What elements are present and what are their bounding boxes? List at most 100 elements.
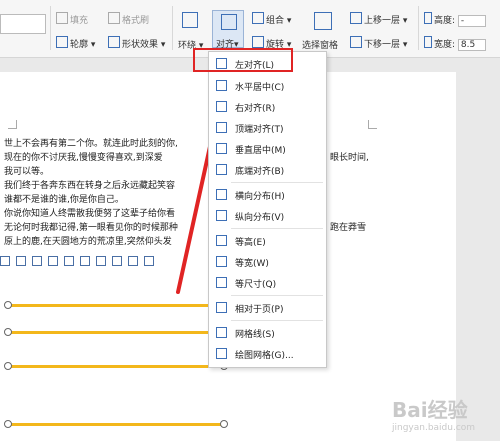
yellow-line-shape[interactable] <box>8 331 224 334</box>
rotate-icon <box>252 36 264 48</box>
align-button[interactable]: 对齐▾ <box>212 10 244 50</box>
relative-to-page-icon <box>216 302 227 313</box>
menu-item-same-height[interactable]: 等高(E) <box>209 231 326 251</box>
menu-item-label: 网格线(S) <box>235 330 275 340</box>
text-line: 世上不会再有第二个你。就连此时此刻的你, <box>4 139 178 149</box>
menu-item-relative-to-page[interactable]: 相对于页(P) <box>209 298 326 318</box>
align-middle-vertical-icon <box>216 143 227 154</box>
line-handle[interactable] <box>4 362 12 370</box>
align-bottom-icon[interactable] <box>80 256 90 266</box>
menu-item-distribute-vertical[interactable]: 纵向分布(V) <box>209 206 326 226</box>
menu-item-label: 等尺寸(Q) <box>235 280 277 290</box>
yellow-line-shape[interactable] <box>8 423 224 426</box>
fill-button[interactable]: 填充 <box>56 12 88 26</box>
text-line: 谁都不是谁的谁,你是你自己。 <box>4 195 124 205</box>
width-input[interactable]: 8.5 <box>457 39 486 51</box>
align-bottom-icon <box>216 164 227 175</box>
fill-label: 填充 <box>70 16 89 26</box>
shape-style-preview[interactable] <box>0 14 46 34</box>
menu-item-label: 水平居中(C) <box>235 83 285 93</box>
menu-item-align-right[interactable]: 右对齐(R) <box>209 97 326 117</box>
text-line: 我们终于各奔东西在转身之后永远藏起笑容 <box>4 181 176 191</box>
page-margin-corner <box>368 120 377 129</box>
distribute-horizontal-icon[interactable] <box>96 256 106 266</box>
width-field[interactable]: 宽度: 8.5 <box>424 36 486 51</box>
format-brush-icon <box>108 12 120 24</box>
gridlines-icon <box>216 327 227 338</box>
menu-separator <box>231 228 323 229</box>
outline-icon <box>56 36 68 48</box>
menu-item-distribute-horizontal[interactable]: 横向分布(H) <box>209 185 326 205</box>
align-top-icon <box>216 122 227 133</box>
text-line: 我可以等。 <box>4 167 50 177</box>
menu-item-label: 纵向分布(V) <box>235 213 285 223</box>
baidu-jingyan-watermark: Bai经验 jingyan.baidu.com <box>392 394 475 433</box>
text-line: 你说你知道人终需散我便努了这辈子给你看 <box>4 209 176 219</box>
combine-icon <box>252 12 264 24</box>
align-left-icon[interactable] <box>0 256 10 266</box>
align-center-horizontal-icon[interactable] <box>16 256 26 266</box>
line-handle[interactable] <box>4 328 12 336</box>
menu-item-label: 横向分布(H) <box>235 192 285 202</box>
shape-effect-icon <box>108 36 120 48</box>
align-right-icon <box>216 101 227 112</box>
menu-separator <box>231 182 323 183</box>
surround-icon <box>182 12 198 28</box>
line-handle[interactable] <box>220 420 228 428</box>
up-layer-icon <box>350 12 362 24</box>
menu-item-label: 相对于页(P) <box>235 305 284 315</box>
line-handle[interactable] <box>4 301 12 309</box>
selection-pane-button[interactable]: 选择窗格 <box>302 38 338 51</box>
menu-item-same-size[interactable]: 等尺寸(Q) <box>209 273 326 293</box>
format-brush-label: 格式刷 <box>122 16 150 26</box>
same-width-icon <box>216 256 227 267</box>
menu-item-drawing-grid[interactable]: 绘图网格(G)... <box>209 344 326 364</box>
text-line: 原上的鹿,在天圆地方的荒凉里,突然仰头发 <box>4 237 172 247</box>
drawing-grid-icon <box>216 348 227 359</box>
distribute-vertical-icon[interactable] <box>112 256 122 266</box>
down-layer-label: 下移一层 <box>364 40 401 50</box>
menu-item-same-width[interactable]: 等宽(W) <box>209 252 326 272</box>
outline-label: 轮廓 <box>70 40 89 50</box>
yellow-line-shape[interactable] <box>8 304 224 307</box>
selection-pane-icon <box>314 12 332 30</box>
height-icon <box>424 12 432 24</box>
shape-effect-button[interactable]: 形状效果 ▾ <box>108 36 165 50</box>
menu-item-align-top[interactable]: 顶端对齐(T) <box>209 118 326 138</box>
format-brush-button[interactable]: 格式刷 <box>108 12 149 26</box>
menu-item-label: 绘图网格(G)... <box>235 351 294 361</box>
menu-item-label: 等宽(W) <box>235 259 269 269</box>
menu-item-label: 等高(E) <box>235 238 266 248</box>
menu-separator <box>231 320 323 321</box>
line-handle[interactable] <box>4 420 12 428</box>
up-layer-label: 上移一层 <box>364 16 401 26</box>
down-layer-button[interactable]: 下移一层 ▾ <box>350 36 407 50</box>
same-width-icon[interactable] <box>144 256 154 266</box>
height-input[interactable]: - <box>457 15 486 27</box>
combine-label: 组合 <box>266 16 285 26</box>
align-middle-vertical-icon[interactable] <box>64 256 74 266</box>
text-line-fragment: 跑在莽雪 <box>330 223 367 233</box>
menu-separator <box>231 295 323 296</box>
yellow-line-shape[interactable] <box>8 365 224 368</box>
combine-button[interactable]: 组合 ▾ <box>252 12 291 26</box>
same-height-icon[interactable] <box>128 256 138 266</box>
menu-item-align-bottom[interactable]: 底端对齐(B) <box>209 160 326 180</box>
up-layer-button[interactable]: 上移一层 ▾ <box>350 12 407 26</box>
menu-item-gridlines[interactable]: 网格线(S) <box>209 323 326 343</box>
fill-icon <box>56 12 68 24</box>
same-size-icon <box>216 277 227 288</box>
menu-item-align-center-horizontal[interactable]: 水平居中(C) <box>209 76 326 96</box>
text-line: 现在的你不讨厌我,慢慢变得喜欢,到深爱 <box>4 153 163 163</box>
menu-item-label: 右对齐(R) <box>235 104 276 114</box>
text-line: 无论何时我都记得,第一眼看见你的时候那种 <box>4 223 178 233</box>
ribbon-separator <box>172 6 173 50</box>
align-right-icon[interactable] <box>32 256 42 266</box>
menu-item-align-middle-vertical[interactable]: 垂直居中(M) <box>209 139 326 159</box>
align-dropdown-menu: 左对齐(L) 水平居中(C) 右对齐(R) 顶端对齐(T) 垂直居中(M) 底端… <box>208 51 327 368</box>
distribute-horizontal-icon <box>216 189 227 200</box>
width-label: 宽度: <box>434 40 456 50</box>
outline-button[interactable]: 轮廓 ▾ <box>56 36 95 50</box>
align-top-icon[interactable] <box>48 256 58 266</box>
height-field[interactable]: 高度: - <box>424 12 486 27</box>
